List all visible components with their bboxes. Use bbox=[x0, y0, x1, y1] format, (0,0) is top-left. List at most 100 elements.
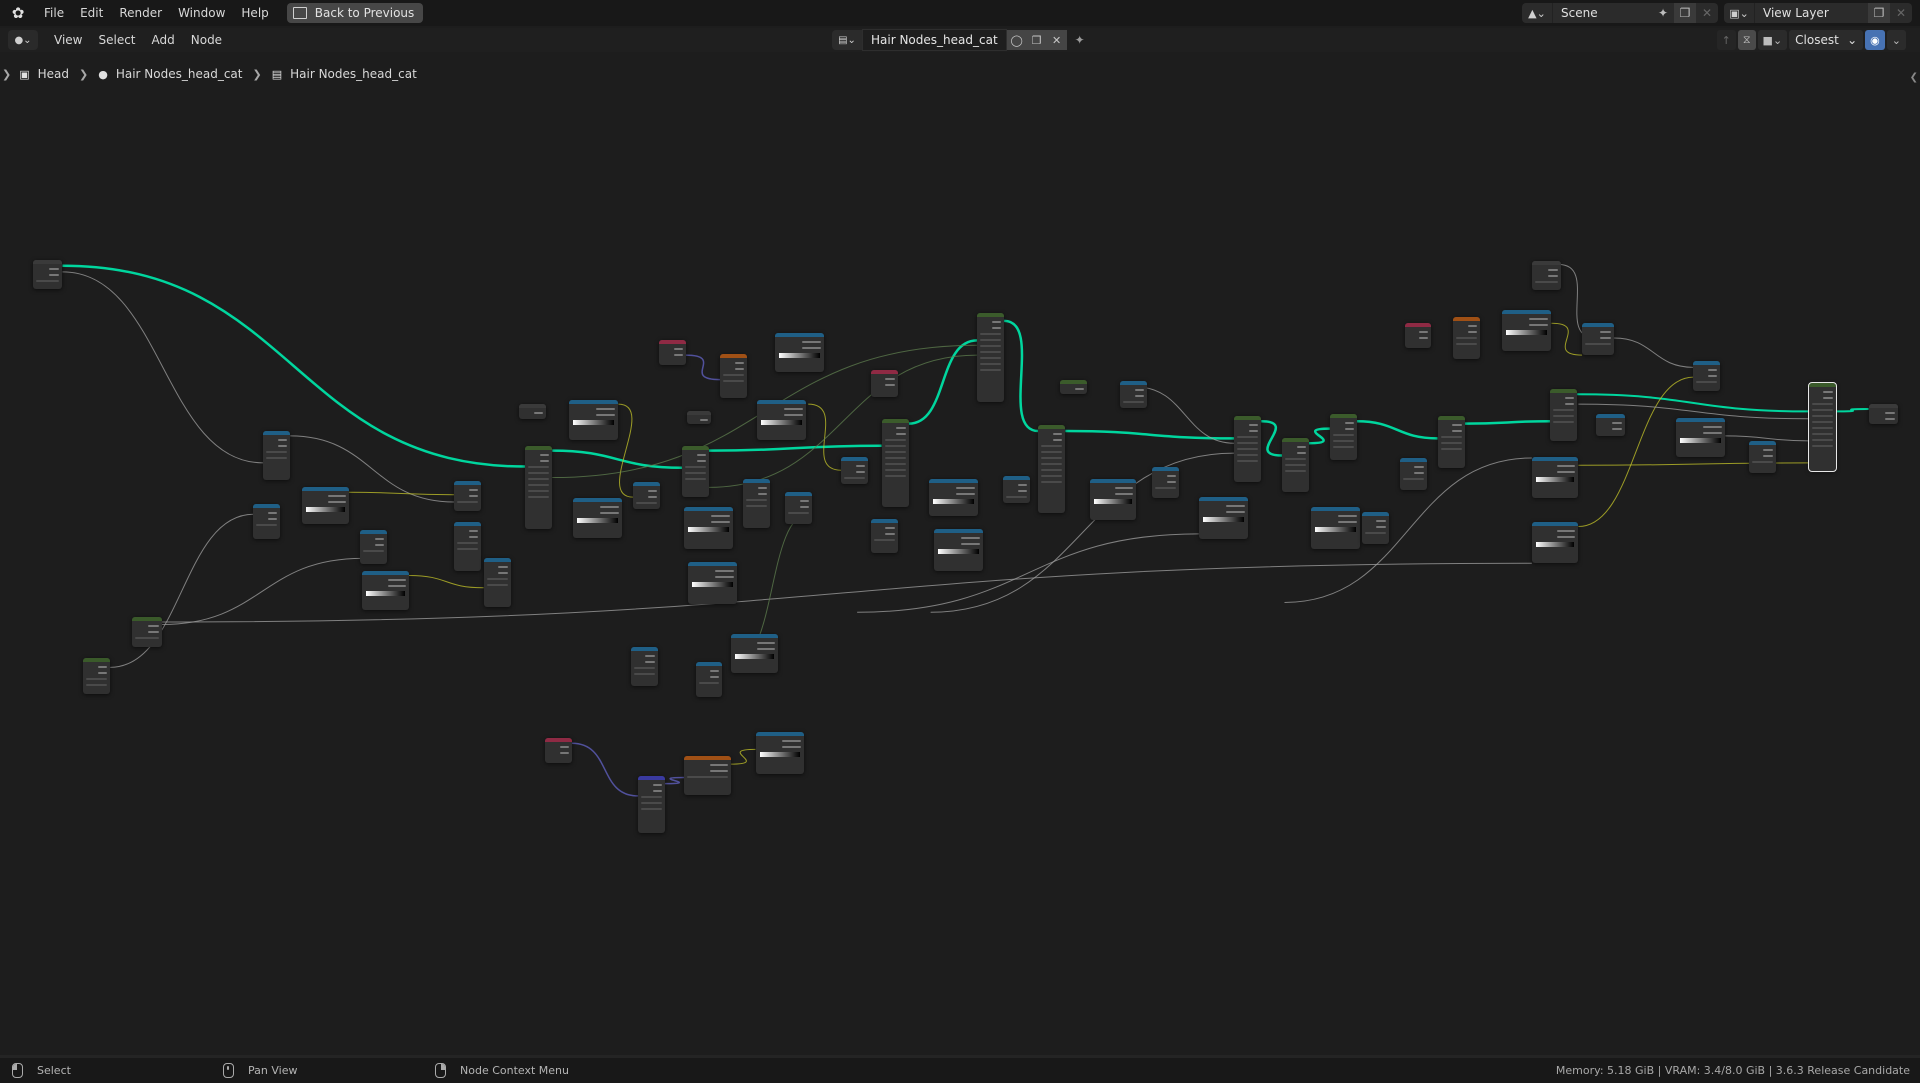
graph-node[interactable] bbox=[1582, 323, 1614, 356]
menu-select[interactable]: Select bbox=[90, 27, 143, 53]
node-header[interactable] bbox=[929, 478, 979, 483]
pin-icon[interactable]: ✦ bbox=[1652, 3, 1674, 23]
node-header[interactable] bbox=[1453, 317, 1481, 322]
graph-node[interactable] bbox=[684, 506, 734, 549]
node-header[interactable] bbox=[83, 657, 111, 662]
snap-element-icon[interactable]: ■⌄ bbox=[1757, 30, 1788, 50]
color-ramp-widget[interactable] bbox=[366, 590, 405, 596]
snap-toggle-icon[interactable]: ⧖ bbox=[1737, 30, 1756, 50]
node-header[interactable] bbox=[1437, 416, 1465, 421]
graph-node[interactable] bbox=[934, 528, 984, 571]
view-layer-selector[interactable]: ▣⌄ View Layer ❐ ✕ bbox=[1724, 3, 1912, 23]
graph-node[interactable] bbox=[743, 478, 771, 528]
node-header[interactable] bbox=[1808, 383, 1836, 388]
node-header[interactable] bbox=[1038, 424, 1066, 429]
node-header[interactable] bbox=[870, 369, 898, 374]
menu-window[interactable]: Window bbox=[170, 0, 233, 26]
graph-node[interactable] bbox=[1693, 361, 1721, 391]
node-header[interactable] bbox=[1089, 478, 1137, 483]
graph-node[interactable] bbox=[1531, 260, 1562, 291]
node-header[interactable] bbox=[1120, 380, 1148, 385]
node-header[interactable] bbox=[263, 431, 291, 436]
node-header[interactable] bbox=[841, 456, 869, 461]
node-header[interactable] bbox=[1361, 511, 1389, 516]
graph-node[interactable] bbox=[525, 445, 553, 529]
graph-node[interactable] bbox=[755, 732, 805, 774]
graph-node[interactable] bbox=[1453, 317, 1481, 359]
graph-node[interactable] bbox=[1531, 521, 1579, 564]
node-header[interactable] bbox=[544, 738, 572, 743]
graph-node[interactable] bbox=[483, 558, 511, 608]
node-header[interactable] bbox=[637, 776, 665, 781]
node-header[interactable] bbox=[633, 482, 660, 487]
node-header[interactable] bbox=[302, 487, 349, 492]
node-editor-canvas[interactable] bbox=[0, 52, 1920, 1055]
node-header[interactable] bbox=[362, 570, 409, 575]
new-scene-icon[interactable]: ❐ bbox=[1674, 3, 1696, 23]
node-header[interactable] bbox=[682, 445, 709, 450]
node-header[interactable] bbox=[784, 492, 812, 497]
graph-node[interactable] bbox=[573, 498, 623, 538]
back-to-previous-button[interactable]: Back to Previous bbox=[286, 3, 424, 23]
node-header[interactable] bbox=[870, 519, 898, 524]
node-tree-name[interactable]: Hair Nodes_head_cat bbox=[862, 29, 1007, 51]
unlink-icon[interactable]: ✕ bbox=[1046, 30, 1067, 50]
graph-node[interactable] bbox=[1868, 404, 1898, 424]
delete-scene-icon[interactable]: ✕ bbox=[1696, 3, 1718, 23]
node-header[interactable] bbox=[1748, 440, 1776, 445]
graph-node[interactable] bbox=[1234, 416, 1262, 483]
graph-node[interactable] bbox=[775, 333, 825, 373]
graph-node[interactable] bbox=[1595, 413, 1625, 436]
node-header[interactable] bbox=[1404, 323, 1432, 328]
color-ramp-widget[interactable] bbox=[306, 507, 345, 513]
pin-node-tree-icon[interactable]: ✦ bbox=[1075, 33, 1085, 47]
graph-node[interactable] bbox=[1152, 466, 1180, 499]
node-header[interactable] bbox=[755, 732, 805, 737]
graph-node[interactable] bbox=[454, 481, 482, 511]
graph-node[interactable] bbox=[1748, 440, 1776, 473]
node-header[interactable] bbox=[881, 418, 909, 423]
graph-node[interactable] bbox=[253, 504, 281, 539]
node-header[interactable] bbox=[720, 353, 747, 358]
node-header[interactable] bbox=[686, 411, 712, 416]
node-header[interactable] bbox=[934, 528, 984, 533]
graph-node[interactable] bbox=[1060, 379, 1088, 395]
node-header[interactable] bbox=[1582, 323, 1614, 328]
graph-node[interactable] bbox=[1282, 438, 1309, 493]
node-header[interactable] bbox=[1234, 416, 1262, 421]
view-layer-name[interactable]: View Layer bbox=[1755, 6, 1868, 20]
graph-node[interactable] bbox=[658, 340, 686, 365]
graph-node[interactable] bbox=[519, 404, 547, 419]
color-ramp-widget[interactable] bbox=[688, 526, 730, 532]
color-ramp-widget[interactable] bbox=[1506, 329, 1548, 335]
scene-selector[interactable]: ▲⌄ Scene ✦ ❐ ✕ bbox=[1522, 3, 1718, 23]
menu-view[interactable]: View bbox=[46, 27, 90, 53]
color-ramp-widget[interactable] bbox=[1315, 526, 1357, 532]
view-layer-icon[interactable]: ▣⌄ bbox=[1724, 3, 1755, 23]
node-header[interactable] bbox=[1595, 413, 1625, 418]
graph-node[interactable] bbox=[1120, 380, 1148, 408]
node-header[interactable] bbox=[1329, 413, 1357, 418]
graph-node[interactable] bbox=[688, 562, 738, 604]
graph-node[interactable] bbox=[263, 431, 291, 480]
duplicate-icon[interactable]: ❐ bbox=[1026, 30, 1047, 50]
node-header[interactable] bbox=[1198, 497, 1248, 502]
fake-user-shield-icon[interactable]: ◯ bbox=[1006, 30, 1027, 50]
menu-file[interactable]: File bbox=[36, 0, 72, 26]
graph-node[interactable] bbox=[1437, 416, 1465, 468]
blender-logo-icon[interactable]: ✿ bbox=[8, 3, 28, 23]
graph-node[interactable] bbox=[1404, 323, 1432, 348]
node-header[interactable] bbox=[1502, 309, 1552, 314]
color-ramp-widget[interactable] bbox=[760, 420, 802, 426]
node-header[interactable] bbox=[573, 498, 623, 503]
color-ramp-widget[interactable] bbox=[1535, 476, 1575, 482]
node-header[interactable] bbox=[33, 259, 63, 264]
graph-node[interactable] bbox=[1550, 389, 1578, 441]
color-ramp-widget[interactable] bbox=[1680, 437, 1722, 443]
color-ramp-widget[interactable] bbox=[577, 518, 619, 524]
node-header[interactable] bbox=[1399, 457, 1427, 462]
menu-node[interactable]: Node bbox=[183, 27, 230, 53]
node-header[interactable] bbox=[1152, 466, 1180, 471]
overlays-dropdown-icon[interactable]: ⌄ bbox=[1886, 30, 1906, 50]
overlays-icon[interactable]: ◉ bbox=[1865, 30, 1885, 50]
